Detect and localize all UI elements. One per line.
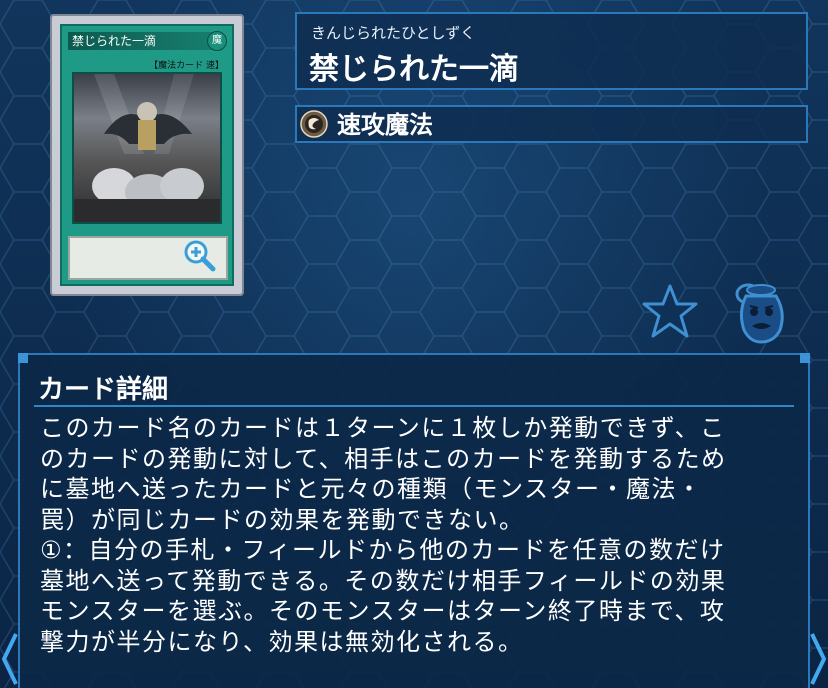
previous-arrow-icon[interactable] xyxy=(0,630,20,688)
panel-corner xyxy=(800,353,810,363)
card-name-ruby: きんじられたひとしずく xyxy=(311,24,476,42)
panel-corner xyxy=(18,353,28,363)
card-image[interactable]: 禁じられた一滴 魔 【魔法カード 速】 xyxy=(50,14,244,296)
effect-line: ①：自分の手札・フィールドから他のカードを任意の数だけ xyxy=(40,536,726,564)
effect-line: 罠）が同じカードの効果を発動できない。 xyxy=(40,505,525,534)
card-type-line: 【魔法カード 速】 xyxy=(149,61,224,71)
divider xyxy=(34,405,794,407)
card-name: 禁じられた一滴 xyxy=(309,52,519,87)
card-detail-panel: カード詳細 このカード名のカードは１ターンに１枚しか発動できず、こ のカードの発… xyxy=(18,353,810,688)
zoom-in-icon[interactable] xyxy=(182,238,216,272)
detail-heading: カード詳細 xyxy=(38,375,169,405)
effect-line: のカードの発動に対して、相手はこのカードを発動するため xyxy=(40,444,727,473)
effect-line: このカード名のカードは１ターンに１枚しか発動できず、こ xyxy=(40,414,726,442)
card-artwork xyxy=(72,72,222,224)
star-icon[interactable] xyxy=(640,283,700,341)
effect-line: モンスターを選ぶ。そのモンスターはターン終了時まで、攻 xyxy=(40,597,726,625)
card-type-panel: 速攻魔法 xyxy=(295,105,808,143)
quick-play-icon xyxy=(300,110,328,138)
card-image-name: 禁じられた一滴 xyxy=(68,32,222,50)
card-effect-text: このカード名のカードは１ターンに１枚しか発動できず、こ のカードの発動に対して、… xyxy=(40,413,780,657)
card-name-panel: きんじられたひとしずく 禁じられた一滴 xyxy=(295,12,808,90)
effect-line: に墓地へ送ったカードと元々の種類（モンスター・魔法・ xyxy=(40,475,703,503)
card-type-label: 速攻魔法 xyxy=(337,111,433,139)
effect-line: 撃力が半分になり、効果は無効化される。 xyxy=(40,627,524,656)
pot-icon[interactable] xyxy=(728,280,790,346)
next-arrow-icon[interactable] xyxy=(808,630,828,688)
card-attribute-icon: 魔 xyxy=(207,31,227,51)
effect-line: 墓地へ送って発動できる。その数だけ相手フィールドの効果 xyxy=(40,566,727,595)
